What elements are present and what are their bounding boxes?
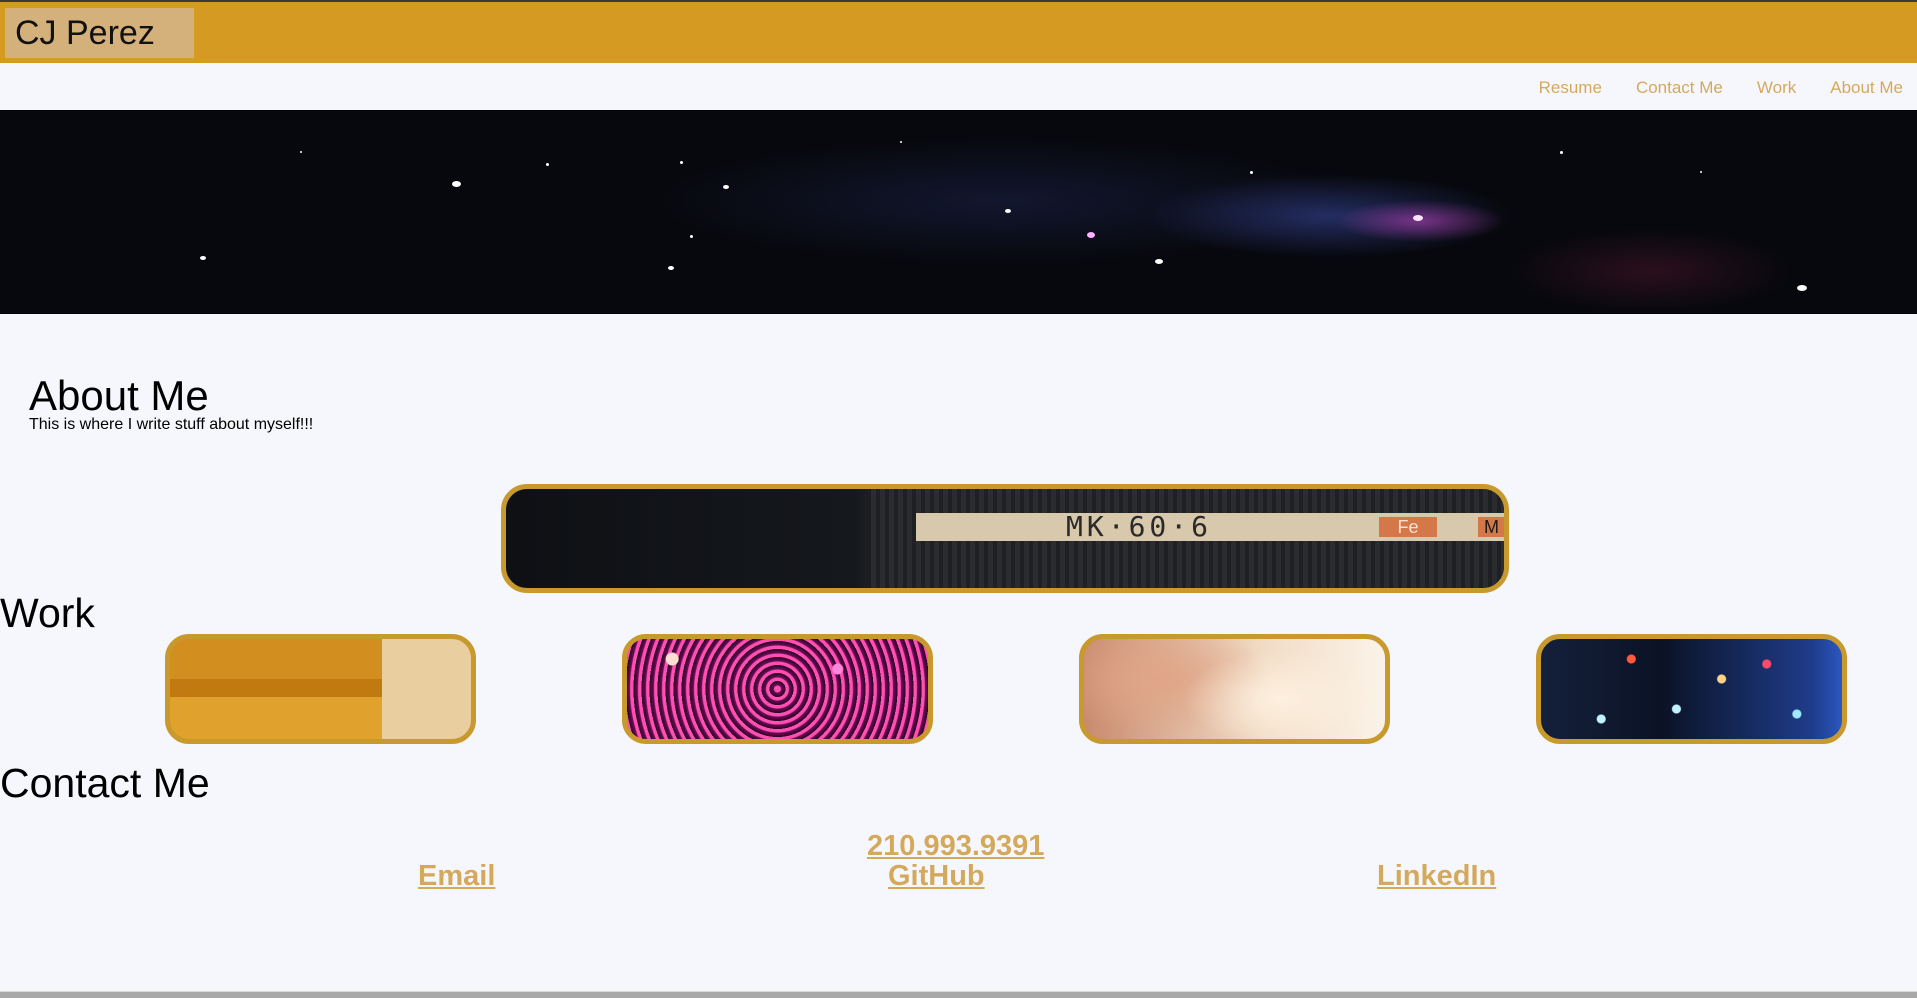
work-card-1[interactable]	[165, 634, 476, 744]
work-card-2[interactable]	[622, 634, 933, 744]
hero-banner-image	[0, 110, 1917, 314]
nav-link-resume[interactable]: Resume	[1539, 77, 1602, 99]
about-heading: About Me	[29, 372, 209, 419]
about-text: This is where I write stuff about myself…	[29, 416, 314, 433]
header-bar: CJ Perez	[0, 0, 1917, 63]
work-card-4[interactable]	[1536, 634, 1847, 744]
nav-link-about[interactable]: About Me	[1830, 77, 1903, 99]
phone-link[interactable]: 210.993.9391	[867, 830, 1044, 863]
contact-heading: Contact Me	[0, 760, 210, 806]
email-link[interactable]: Email	[418, 860, 495, 893]
linkedin-link[interactable]: LinkedIn	[1377, 860, 1496, 893]
site-brand[interactable]: CJ Perez	[5, 8, 194, 58]
github-link[interactable]: GitHub	[888, 860, 985, 893]
nav-link-contact[interactable]: Contact Me	[1636, 77, 1723, 99]
main-nav: Resume Contact Me Work About Me	[1505, 77, 1903, 99]
cassette-badge-fe: Fe	[1379, 517, 1437, 537]
featured-work-image[interactable]: MK·60·6 Fe M	[501, 484, 1509, 593]
work-card-3[interactable]	[1079, 634, 1390, 744]
nav-link-work[interactable]: Work	[1757, 77, 1796, 99]
horizontal-scrollbar[interactable]	[0, 991, 1917, 998]
cassette-badge-m: M	[1478, 517, 1504, 537]
page: CJ Perez Resume Contact Me Work About Me…	[0, 0, 1917, 998]
work-heading: Work	[0, 590, 95, 636]
